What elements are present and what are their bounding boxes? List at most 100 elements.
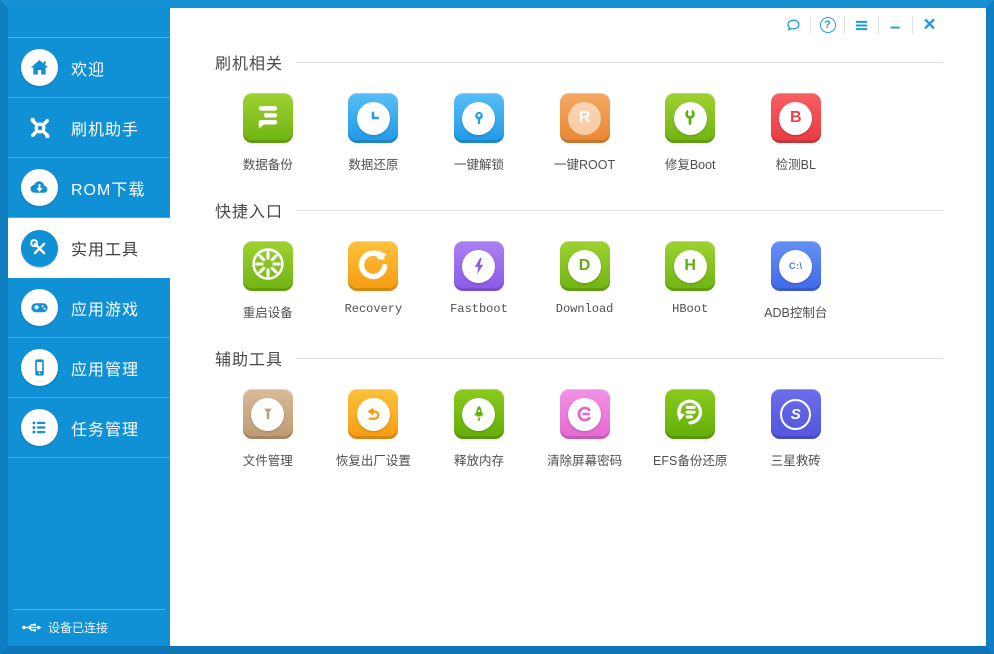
tool-label: Recovery	[345, 302, 403, 316]
efs-cycle-icon	[665, 389, 715, 439]
letter-h-icon: H	[665, 241, 715, 291]
tool-label: 数据备份	[243, 154, 293, 173]
sidebar-item-label: 应用管理	[71, 356, 139, 380]
wrench-icon	[665, 93, 715, 143]
reboot-burst-icon	[243, 241, 293, 291]
sidebar-item-label: 实用工具	[71, 236, 139, 260]
rocket-icon	[454, 389, 504, 439]
tool-label: Fastboot	[450, 302, 508, 316]
letter-s-icon: S	[771, 389, 821, 439]
tool-label: EFS备份还原	[653, 450, 727, 469]
sidebar-item-label: ROM下载	[71, 176, 145, 200]
tool-one-key-unlock[interactable]: 一键解锁	[426, 93, 532, 173]
lightning-icon	[454, 241, 504, 291]
sidebar-item-label: 应用游戏	[71, 296, 139, 320]
sidebar-item-welcome[interactable]: 欢迎	[8, 38, 170, 98]
section-title: 快捷入口	[215, 198, 283, 222]
tool-one-key-root[interactable]: R 一键ROOT	[532, 93, 638, 173]
separator	[844, 16, 845, 34]
tool-label: Download	[556, 302, 614, 316]
close-icon[interactable]: ×	[916, 14, 943, 36]
app-window: 欢迎 刷机助手 ROM下载	[0, 0, 994, 654]
section-divider	[296, 62, 943, 63]
section-divider	[296, 358, 943, 359]
tool-free-memory[interactable]: 释放内存	[426, 389, 532, 469]
section-header: 刷机相关	[215, 50, 943, 74]
tool-reboot-device[interactable]: 重启设备	[215, 241, 321, 321]
unlock-keyhole-icon	[454, 93, 504, 143]
backup-list-icon	[243, 93, 293, 143]
smartphone-icon	[21, 349, 58, 386]
tool-recovery[interactable]: Recovery	[321, 241, 427, 321]
section-title: 辅助工具	[215, 346, 283, 370]
tool-grid: 文件管理 恢复出厂设置 释放内存	[215, 389, 943, 469]
tool-label: 数据还原	[348, 154, 398, 173]
home-icon	[21, 49, 58, 86]
tool-label: 修复Boot	[665, 154, 716, 173]
tool-data-restore[interactable]: 数据还原	[321, 93, 427, 173]
console-prompt-icon: C:\	[771, 241, 821, 291]
tool-repair-boot[interactable]: 修复Boot	[637, 93, 743, 173]
separator	[810, 16, 811, 34]
tool-download-mode[interactable]: D Download	[532, 241, 638, 321]
separator	[912, 16, 913, 34]
tool-adb-console[interactable]: C:\ ADB控制台	[743, 241, 849, 321]
usb-icon	[21, 621, 43, 634]
tool-grid: 数据备份 数据还原 一键解锁 R	[215, 93, 943, 173]
tool-factory-reset[interactable]: 恢复出厂设置	[321, 389, 427, 469]
help-icon[interactable]: ?	[814, 14, 841, 36]
sidebar-spacer	[8, 458, 170, 609]
tool-label: 文件管理	[243, 450, 293, 469]
sidebar-item-rom-download[interactable]: ROM下载	[8, 158, 170, 218]
tool-label: 重启设备	[243, 302, 293, 321]
sidebar-item-label: 任务管理	[71, 416, 139, 440]
circular-arrow-icon	[348, 241, 398, 291]
section-quick-entry: 快捷入口 重启设备	[215, 198, 943, 321]
return-arrow-icon	[348, 389, 398, 439]
titlebar-controls: ? ×	[215, 8, 943, 38]
tool-efs-backup-restore[interactable]: EFS备份还原	[637, 389, 743, 469]
section-auxiliary: 辅助工具 文件管理 恢复出厂设置	[215, 346, 943, 469]
letter-d-icon: D	[560, 241, 610, 291]
tool-label: 检测BL	[776, 154, 816, 173]
sidebar-item-utilities[interactable]: 实用工具	[8, 218, 170, 278]
task-list-icon	[21, 409, 58, 446]
sidebar: 欢迎 刷机助手 ROM下载	[8, 8, 170, 646]
tool-label: HBoot	[672, 302, 708, 316]
flash-tools-icon	[21, 109, 58, 146]
sidebar-item-label: 欢迎	[71, 56, 105, 80]
tool-grid: 重启设备 Recovery Fastboot D	[215, 241, 943, 321]
clear-password-icon	[560, 389, 610, 439]
tool-clear-screen-password[interactable]: 清除屏幕密码	[532, 389, 638, 469]
menu-icon[interactable]	[848, 14, 875, 36]
minimize-icon[interactable]	[882, 14, 909, 36]
tool-data-backup[interactable]: 数据备份	[215, 93, 321, 173]
tool-file-manager[interactable]: 文件管理	[215, 389, 321, 469]
main-panel: ? × 刷机相关 数据备份	[170, 8, 986, 646]
tool-hboot[interactable]: H HBoot	[637, 241, 743, 321]
device-status-label: 设备已连接	[48, 619, 108, 636]
tool-samsung-unbrick[interactable]: S 三星救砖	[743, 389, 849, 469]
feedback-icon[interactable]	[780, 14, 807, 36]
tool-label: 清除屏幕密码	[547, 450, 622, 469]
section-flashing: 刷机相关 数据备份 数据还原	[215, 50, 943, 173]
device-status: 设备已连接	[13, 609, 165, 646]
letter-r-icon: R	[560, 93, 610, 143]
tool-label: 一键ROOT	[554, 154, 615, 173]
tool-label: 三星救砖	[771, 450, 821, 469]
separator	[878, 16, 879, 34]
sidebar-item-flash-assistant[interactable]: 刷机助手	[8, 98, 170, 158]
letter-b-icon: B	[771, 93, 821, 143]
restore-clock-icon	[348, 93, 398, 143]
sidebar-item-task-management[interactable]: 任务管理	[8, 398, 170, 458]
sidebar-item-app-management[interactable]: 应用管理	[8, 338, 170, 398]
sidebar-header-space	[8, 8, 170, 38]
tool-label: 释放内存	[454, 450, 504, 469]
tool-fastboot[interactable]: Fastboot	[426, 241, 532, 321]
sidebar-item-app-games[interactable]: 应用游戏	[8, 278, 170, 338]
sidebar-item-label: 刷机助手	[71, 116, 139, 140]
gamepad-icon	[21, 289, 58, 326]
tool-detect-bl[interactable]: B 检测BL	[743, 93, 849, 173]
section-title: 刷机相关	[215, 50, 283, 74]
section-header: 快捷入口	[215, 198, 943, 222]
